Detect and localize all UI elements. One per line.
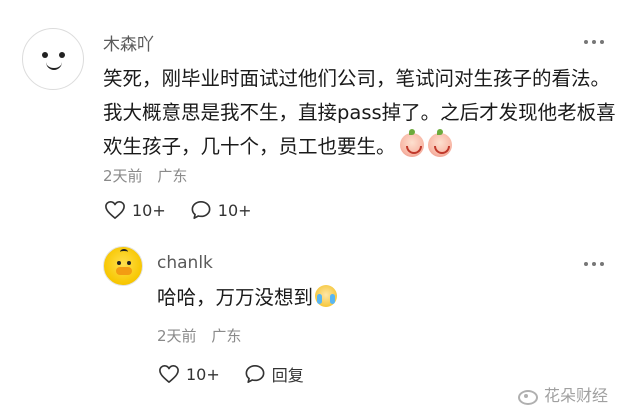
reply-body: 哈哈，万万没想到 xyxy=(157,283,338,313)
watermark-text: 花朵财经 xyxy=(544,386,609,405)
duck-eye xyxy=(117,261,121,265)
crying-emoji xyxy=(315,285,338,307)
reply-username[interactable]: chanlk xyxy=(157,253,213,273)
comment-count: 10+ xyxy=(217,200,252,220)
duck-bill xyxy=(116,267,132,275)
heart-icon xyxy=(159,365,179,383)
crying-laugh-emoji xyxy=(427,129,452,157)
weibo-logo-icon xyxy=(516,385,538,405)
reply-button[interactable]: 回复 xyxy=(244,362,304,386)
comment-username[interactable]: 木森吖 xyxy=(103,30,154,55)
more-options-icon[interactable] xyxy=(584,40,604,44)
comment-actions: 10+ 10+ xyxy=(104,200,276,220)
reply-time: 2天前 xyxy=(157,327,197,345)
comment-bubble-icon xyxy=(191,201,211,219)
avatar-mouth xyxy=(46,62,62,70)
comment-time: 2天前 xyxy=(103,167,143,185)
duck-eye xyxy=(127,261,131,265)
comment-button[interactable]: 10+ xyxy=(190,200,252,220)
comment-meta: 2天前 广东 xyxy=(103,165,197,186)
heart-icon xyxy=(105,201,125,219)
comment-text: 笑死，刚毕业时面试过他们公司，笔试问对生孩子的看法。我大概意思是我不生，直接pa… xyxy=(103,67,616,158)
comment-thread: 木森吖 笑死，刚毕业时面试过他们公司，笔试问对生孩子的看法。我大概意思是我不生，… xyxy=(0,0,640,413)
reply-location: 广东 xyxy=(211,327,242,345)
reply-label: 回复 xyxy=(271,366,304,385)
user-avatar[interactable] xyxy=(22,28,84,90)
watermark: 花朵财经 xyxy=(516,382,608,406)
comment-bubble-icon xyxy=(245,365,265,383)
duck-hair xyxy=(120,249,128,255)
reply-actions: 10+ 回复 xyxy=(158,362,328,386)
reply-user-avatar[interactable] xyxy=(103,246,143,286)
avatar-eye xyxy=(42,52,48,58)
reply-text: 哈哈，万万没想到 xyxy=(157,286,314,309)
comment-location: 广东 xyxy=(157,167,188,185)
crying-laugh-emoji xyxy=(399,129,424,157)
like-count: 10+ xyxy=(186,364,220,384)
more-options-icon[interactable] xyxy=(584,262,604,266)
avatar-eye xyxy=(59,52,65,58)
like-button[interactable]: 10+ xyxy=(104,200,166,220)
comment-body: 笑死，刚毕业时面试过他们公司，笔试问对生孩子的看法。我大概意思是我不生，直接pa… xyxy=(103,62,623,164)
reply-meta: 2天前 广东 xyxy=(157,325,251,346)
like-count: 10+ xyxy=(132,200,166,220)
like-button[interactable]: 10+ xyxy=(158,364,220,384)
